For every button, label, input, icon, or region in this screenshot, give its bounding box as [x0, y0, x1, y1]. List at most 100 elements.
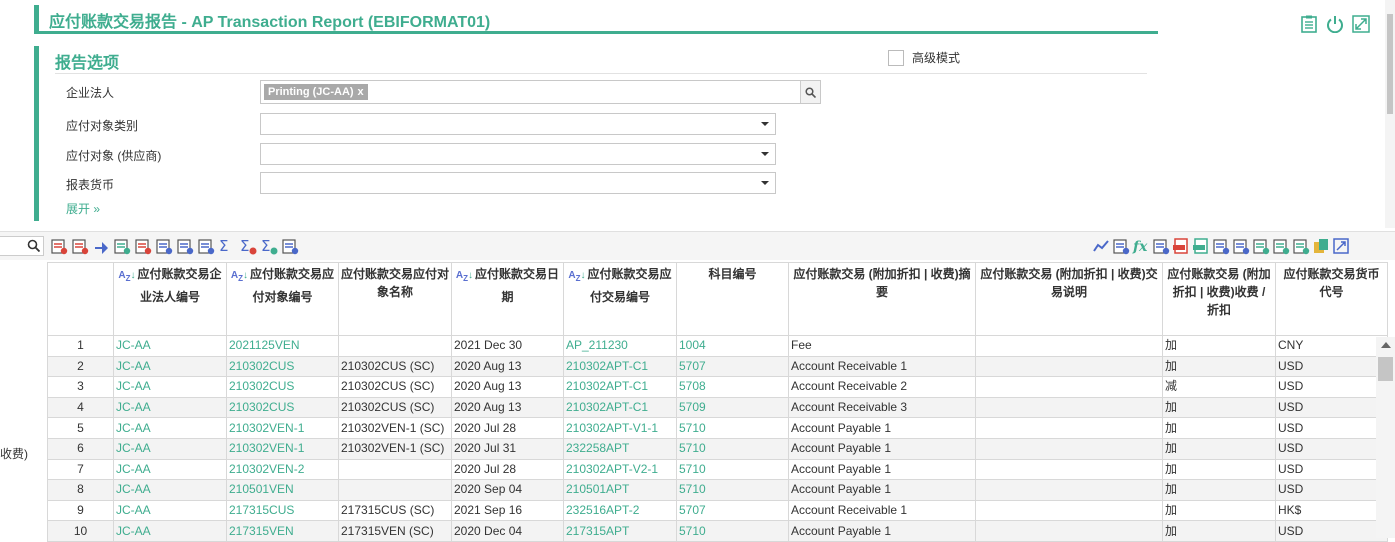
table-row[interactable]: 1 JC-AA 2021125VEN 2021 Dec 30 AP_211230 1004… [47, 335, 1388, 357]
clipboard-icon[interactable] [1299, 14, 1319, 34]
xlsx-icon[interactable] [1192, 236, 1210, 256]
table-cell[interactable]: JC-AA [113, 437, 227, 460]
column-header-1[interactable]: AZ↓ 应付账款交易企业法人编号 [113, 262, 227, 336]
column-header-5[interactable]: AZ↓ 应付账款交易应付交易编号 [563, 262, 677, 336]
export-list-icon[interactable] [1112, 236, 1130, 256]
save-as-icon[interactable] [1272, 236, 1290, 256]
sum-remove-icon[interactable]: Σ [239, 236, 257, 256]
table-row[interactable]: 9 JC-AA 217315CUS 217315CUS (SC) 2021 Sep 16… [47, 499, 1388, 522]
fit-width-icon[interactable] [176, 236, 194, 256]
grid-scrollbar[interactable] [1376, 337, 1395, 538]
report-settings-icon[interactable] [281, 236, 299, 256]
table-cell[interactable]: 217315VEN [226, 520, 339, 542]
column-header-7[interactable]: 应付账款交易 (附加折扣 | 收费)摘要 [788, 262, 976, 336]
advanced-mode-checkbox[interactable] [888, 49, 904, 66]
entity-tag-remove-button[interactable]: x [358, 86, 364, 98]
table-cell[interactable]: 5707 [676, 499, 789, 522]
table-cell[interactable]: 5708 [676, 376, 789, 398]
column-remove-icon[interactable] [50, 236, 68, 256]
table-cell[interactable]: 5710 [676, 458, 789, 481]
page-scrollbar[interactable] [1385, 0, 1395, 228]
table-cell[interactable]: 210302APT-V1-1 [563, 417, 677, 439]
span-icon[interactable] [197, 236, 215, 256]
table-cell[interactable]: JC-AA [113, 458, 227, 481]
sum-icon[interactable]: Σ [218, 236, 236, 256]
vendor-type-select[interactable] [260, 113, 776, 135]
settings-icon[interactable] [1212, 236, 1230, 256]
table-cell[interactable]: 2021125VEN [226, 335, 339, 357]
table-row[interactable]: 4 JC-AA 210302CUS 210302CUS (SC) 2020 Aug 13… [47, 396, 1388, 419]
table-cell[interactable]: 210302CUS [226, 355, 339, 378]
table-cell[interactable]: 5710 [676, 479, 789, 501]
column-header-10[interactable]: 应付账款交易货币代号 [1275, 262, 1388, 336]
expand-icon[interactable] [1332, 236, 1350, 256]
table-cell[interactable]: 232516APT-2 [563, 499, 677, 522]
table-cell[interactable]: 232258APT [563, 437, 677, 460]
formula-icon[interactable]: fx [1132, 236, 1150, 256]
table-row[interactable]: 8 JC-AA 210501VEN 2020 Sep 04 210501APT 5710 A… [47, 479, 1388, 501]
table-cell[interactable]: 217315CUS [226, 499, 339, 522]
table-row[interactable]: 6 JC-AA 210302VEN-1 210302VEN-1 (SC) 2020 Ju… [47, 437, 1388, 460]
remove-page-icon[interactable] [134, 236, 152, 256]
expand-link[interactable]: 展开 » [66, 200, 100, 217]
table-cell[interactable]: 5709 [676, 396, 789, 419]
pdf-icon[interactable] [1172, 236, 1190, 256]
grid-scrollbar-thumb[interactable] [1378, 357, 1393, 381]
table-cell[interactable]: JC-AA [113, 479, 227, 501]
table-cell[interactable]: 210302VEN-1 [226, 417, 339, 439]
table-cell[interactable]: JC-AA [113, 396, 227, 419]
advanced-mode-toggle[interactable]: 高级模式 [888, 49, 960, 66]
row-remove-icon[interactable] [71, 236, 89, 256]
table-cell[interactable]: 210302APT-C1 [563, 376, 677, 398]
column-header-4[interactable]: AZ↓ 应付账款交易日期 [451, 262, 564, 336]
table-row[interactable]: 7 JC-AA 210302VEN-2 2020 Jul 28 210302APT-V2… [47, 458, 1388, 481]
table-cell[interactable]: 5710 [676, 417, 789, 439]
table-cell[interactable]: 1004 [676, 335, 789, 357]
table-cell[interactable]: JC-AA [113, 335, 227, 357]
table-row[interactable]: 2 JC-AA 210302CUS 210302CUS (SC) 2020 Aug 13… [47, 355, 1388, 378]
table-cell[interactable]: 210302VEN-1 [226, 437, 339, 460]
power-icon[interactable] [1325, 14, 1345, 34]
column-split-icon[interactable] [155, 236, 173, 256]
print-icon[interactable] [1232, 236, 1250, 256]
scroll-up-icon[interactable] [1381, 342, 1391, 348]
sum-settings-icon[interactable]: Σ [260, 236, 278, 256]
sort-az-icon[interactable]: AZ↓ [456, 267, 473, 288]
table-cell[interactable]: 210501VEN [226, 479, 339, 501]
table-cell[interactable]: 210302CUS [226, 396, 339, 419]
entity-multiselect[interactable]: Printing (JC-AA) x [260, 80, 821, 104]
table-cell[interactable]: JC-AA [113, 376, 227, 398]
column-header-6[interactable]: 科目编号 [676, 262, 789, 336]
table-cell[interactable]: 210302APT-C1 [563, 355, 677, 378]
vendor-select[interactable] [260, 143, 776, 165]
save-icon[interactable] [1252, 236, 1270, 256]
sort-az-icon[interactable]: AZ↓ [118, 267, 135, 288]
table-cell[interactable]: 210501APT [563, 479, 677, 501]
search-doc-icon[interactable] [1152, 236, 1170, 256]
fullscreen-icon[interactable] [1351, 14, 1371, 34]
entity-search-button[interactable] [800, 81, 820, 103]
grid-search-input[interactable] [0, 236, 44, 256]
table-cell[interactable]: 210302APT-V2-1 [563, 458, 677, 481]
table-cell[interactable]: 210302CUS [226, 376, 339, 398]
table-cell[interactable]: JC-AA [113, 499, 227, 522]
table-cell[interactable]: 5707 [676, 355, 789, 378]
sort-az-icon[interactable]: AZ↓ [231, 267, 248, 288]
table-cell[interactable]: 210302APT-C1 [563, 396, 677, 419]
column-header-9[interactable]: 应付账款交易 (附加折扣 | 收费)收费 / 折扣 [1162, 262, 1276, 336]
table-cell[interactable]: JC-AA [113, 417, 227, 439]
table-row[interactable]: 10 JC-AA 217315VEN 217315VEN (SC) 2020 Dec 0… [47, 520, 1388, 542]
currency-select[interactable] [260, 172, 776, 194]
table-cell[interactable]: 210302VEN-2 [226, 458, 339, 481]
column-header-3[interactable]: 应付账款交易应付对象名称 [338, 262, 452, 336]
table-cell[interactable]: JC-AA [113, 520, 227, 542]
table-cell[interactable]: 217315APT [563, 520, 677, 542]
table-row[interactable]: 5 JC-AA 210302VEN-1 210302VEN-1 (SC) 2020 Ju… [47, 417, 1388, 439]
chart-icon[interactable] [1092, 236, 1110, 256]
column-header-2[interactable]: AZ↓ 应付账款交易应付对象编号 [226, 262, 339, 336]
run-icon[interactable] [92, 236, 110, 256]
column-header-8[interactable]: 应付账款交易 (附加折扣 | 收费)交易说明 [975, 262, 1163, 336]
copy-icon[interactable] [1312, 236, 1330, 256]
table-cell[interactable]: JC-AA [113, 355, 227, 378]
sort-az-icon[interactable]: AZ↓ [568, 267, 585, 288]
